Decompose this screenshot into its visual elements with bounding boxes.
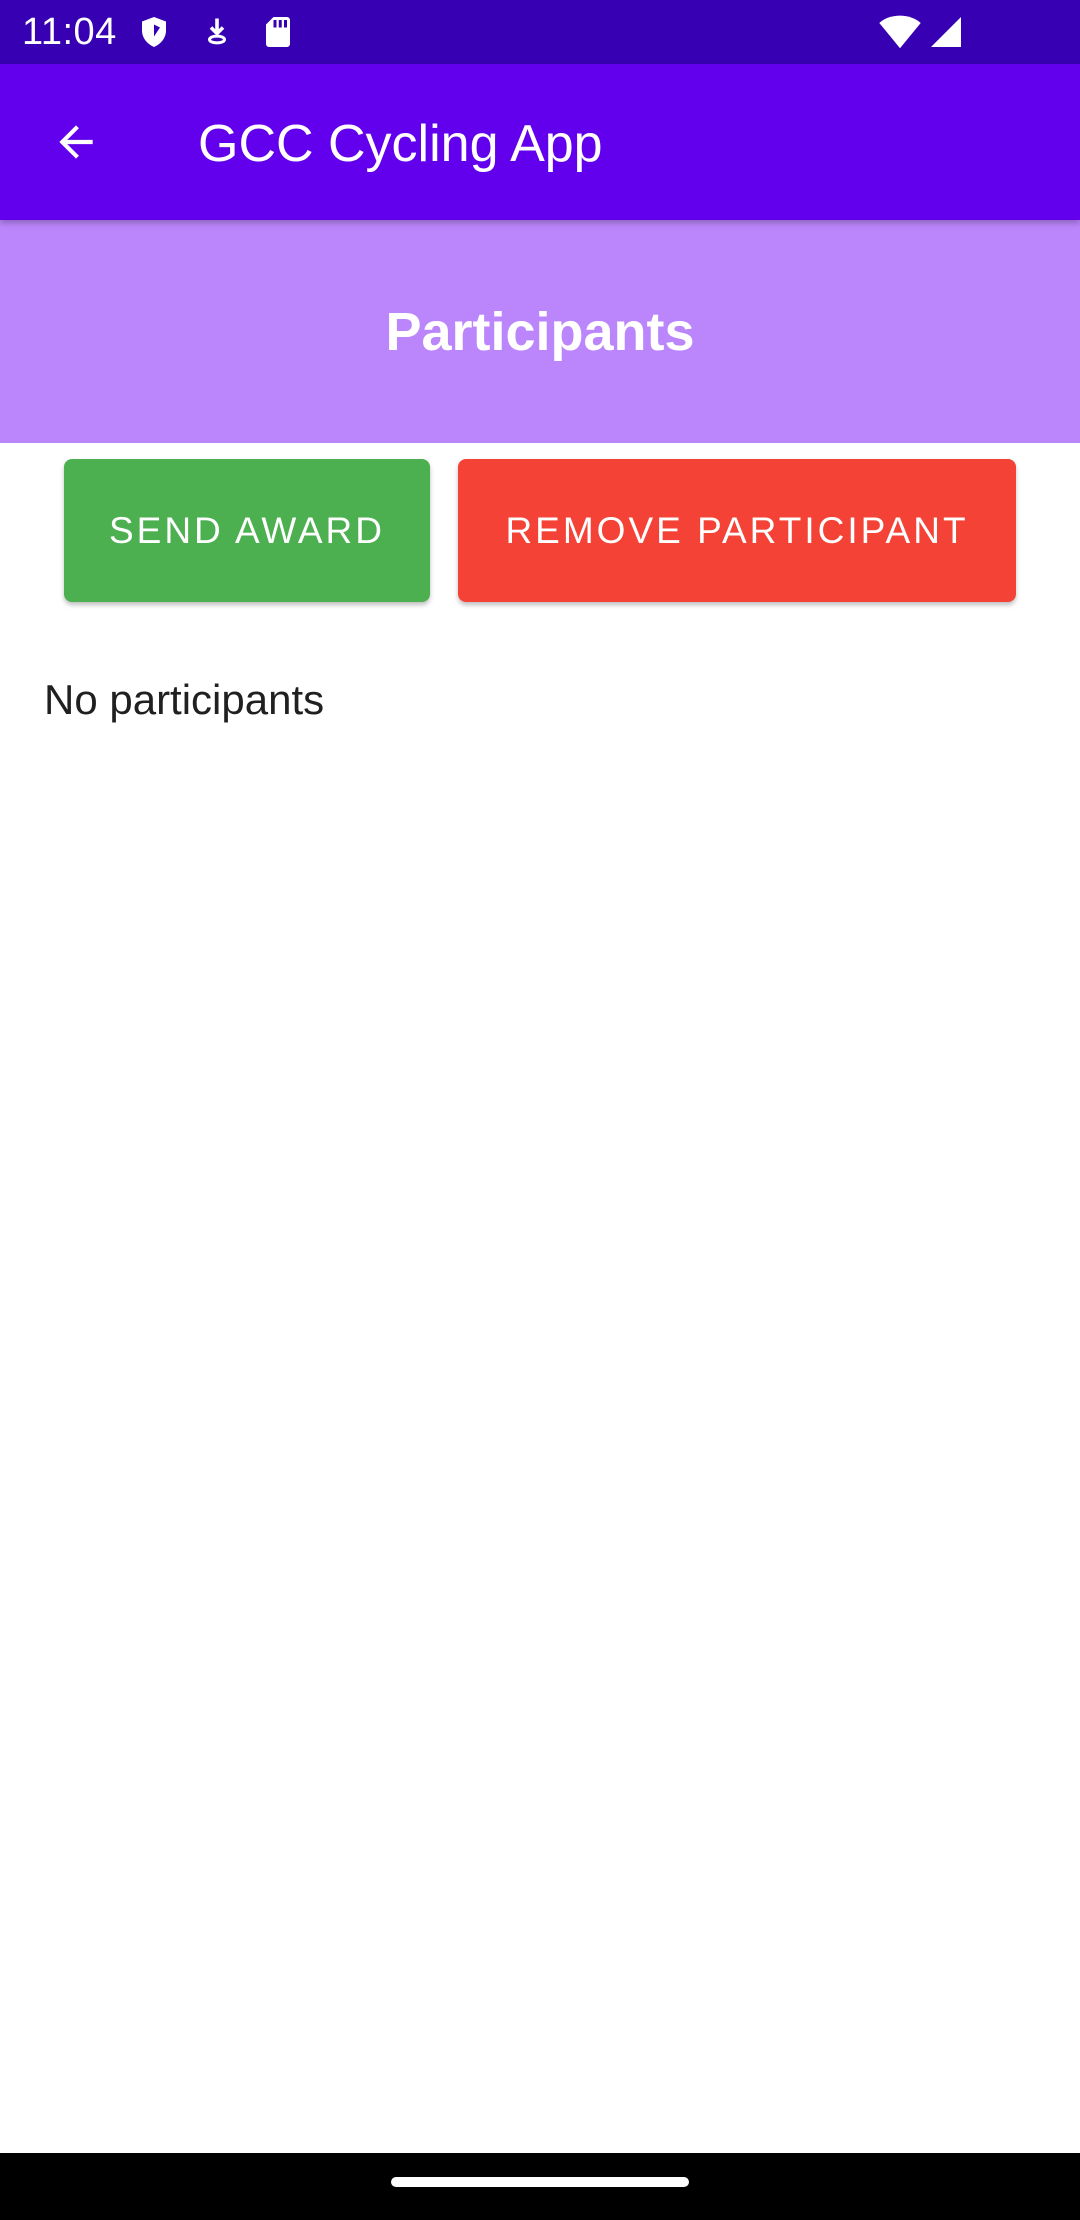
wifi-icon [878,14,922,50]
send-award-button[interactable]: SEND AWARD [64,459,430,602]
sd-card-icon [260,14,296,50]
arrow-left-icon [51,117,101,172]
download-icon [199,14,235,50]
back-button[interactable] [40,108,112,180]
status-time: 11:04 [22,11,117,53]
shield-icon [136,14,172,50]
empty-participants-message: No participants [44,676,325,723]
participants-header: Participants [0,220,1080,443]
navigation-bar [0,2153,1080,2220]
app-bar: GCC Cycling App [0,64,1080,220]
cell-signal-icon [928,14,964,50]
page-title: Participants [385,301,695,362]
remove-participant-button[interactable]: REMOVE PARTICIPANT [458,459,1016,602]
home-gesture-handle[interactable] [391,2177,689,2187]
app-title: GCC Cycling App [198,115,603,173]
status-bar: 11:04 [0,0,1080,64]
